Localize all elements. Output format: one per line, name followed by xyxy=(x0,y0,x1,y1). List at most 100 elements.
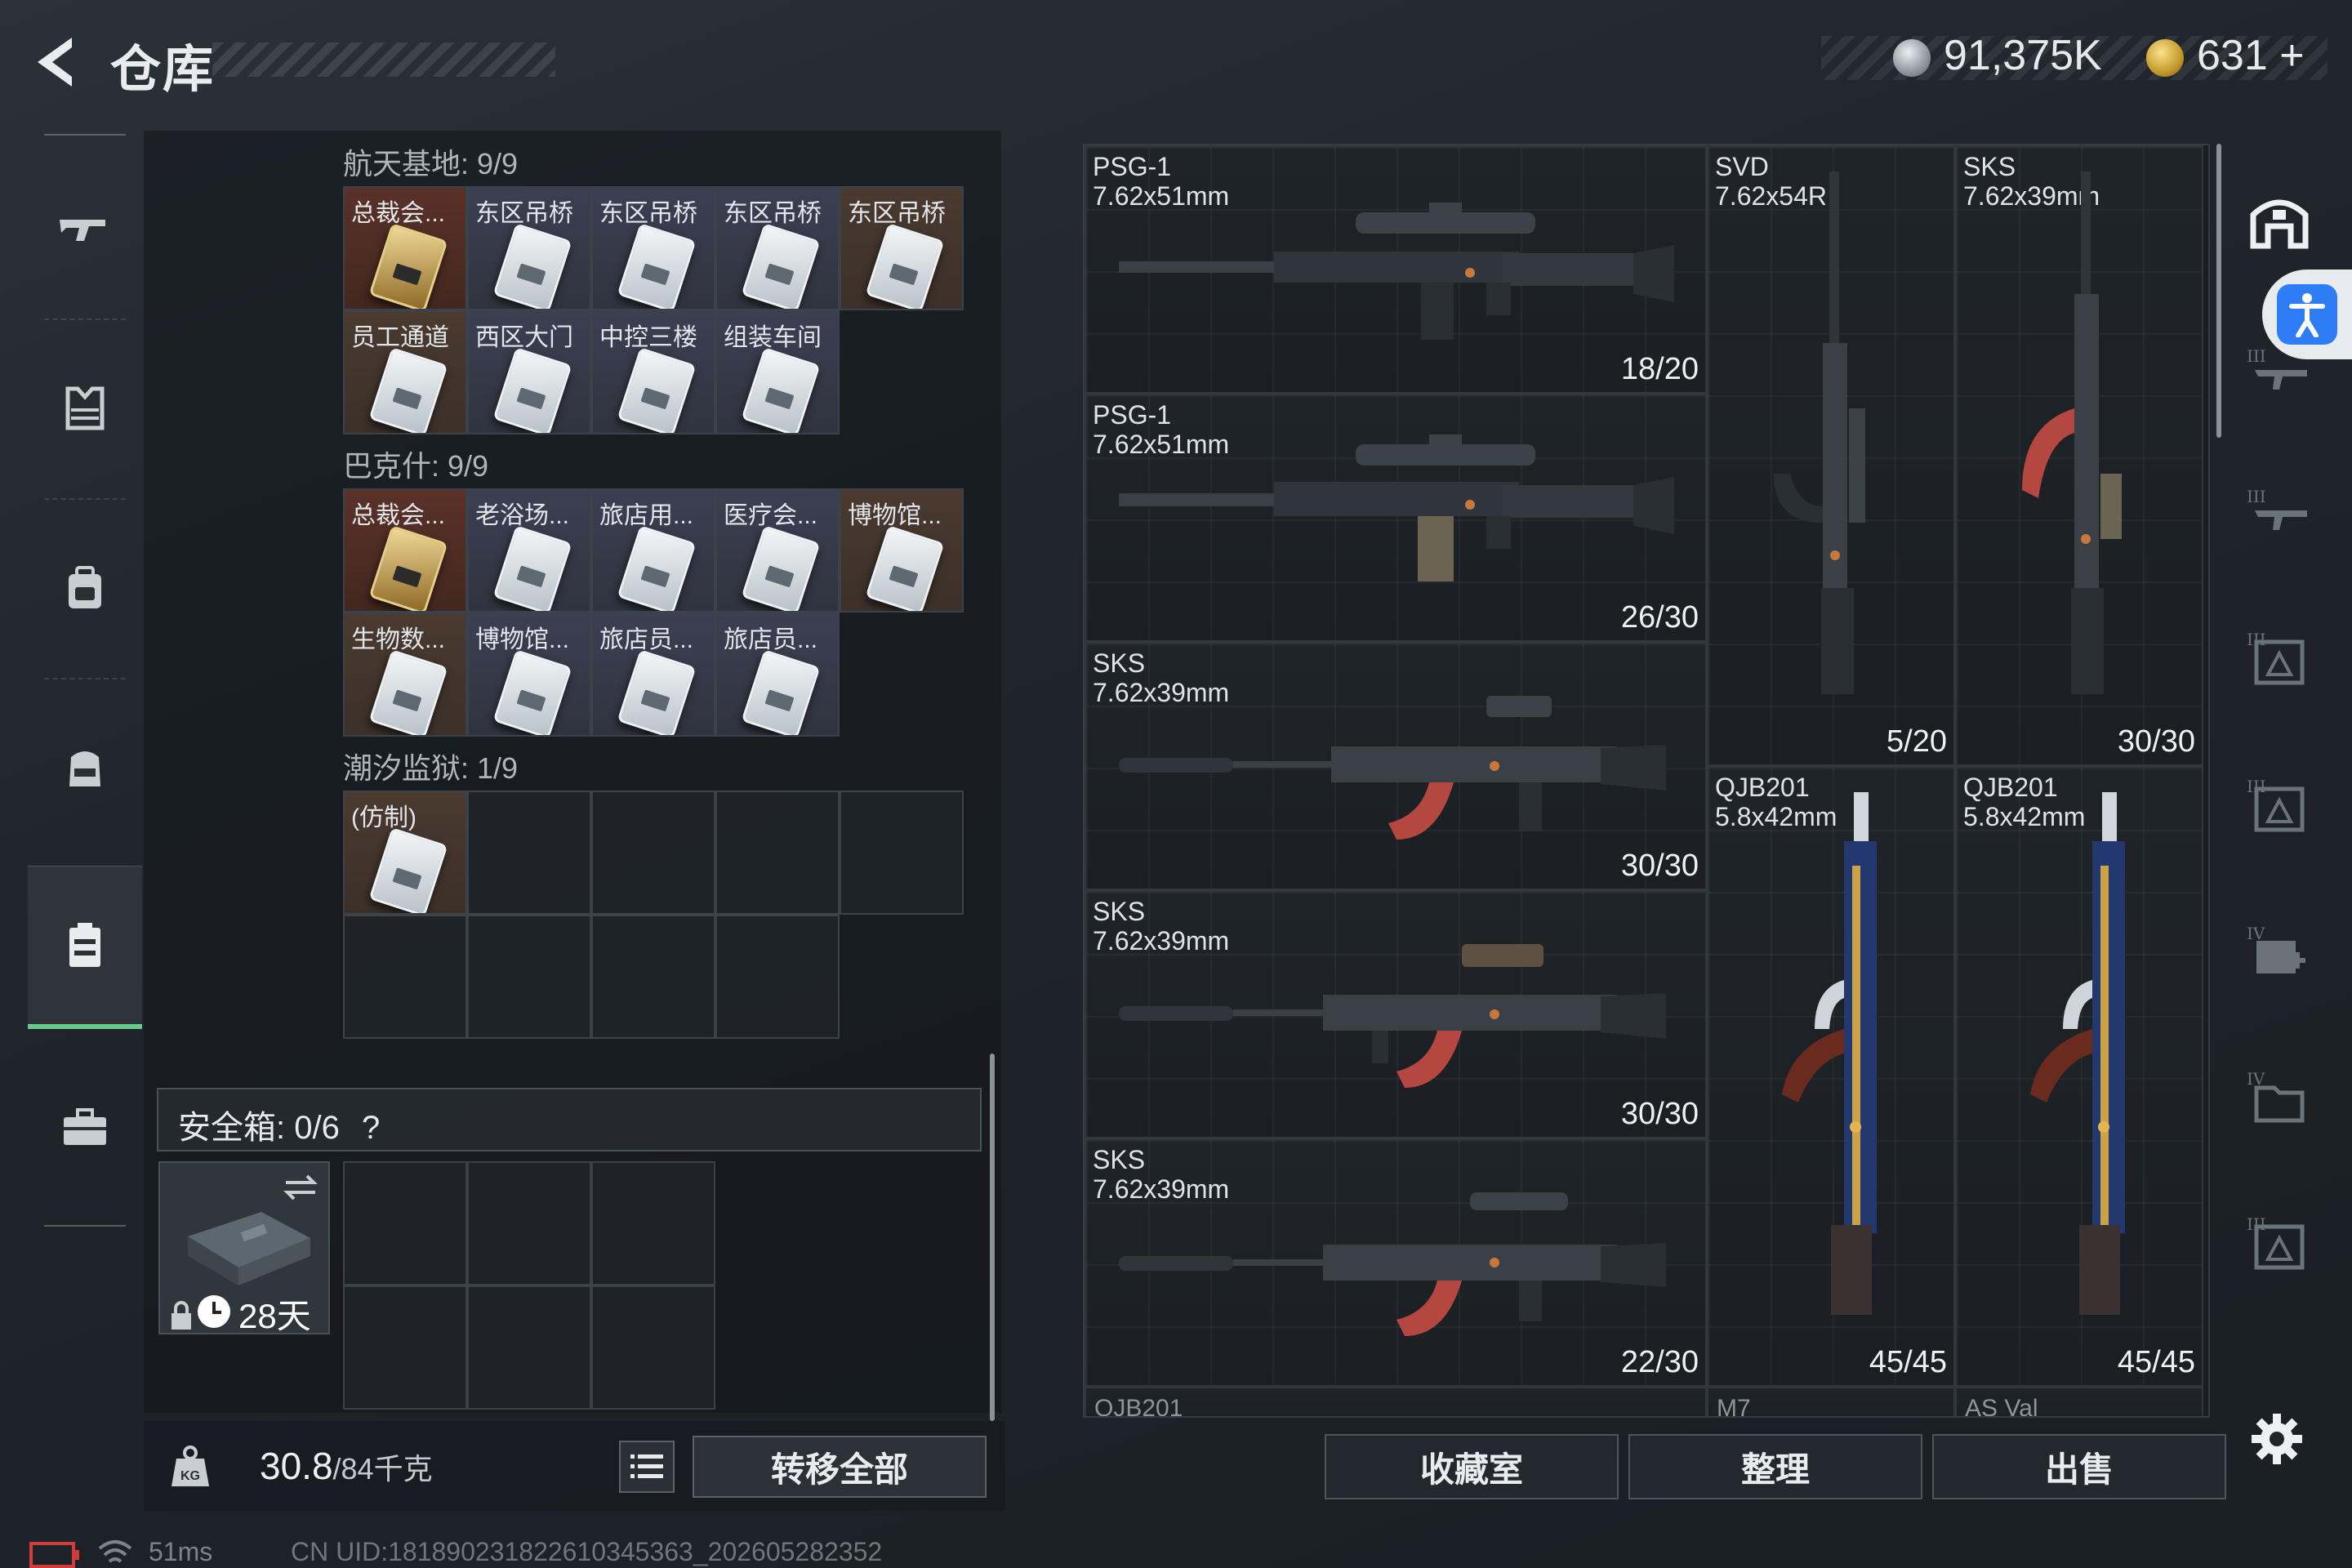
keycard-slot[interactable]: 老浴场... xyxy=(467,488,591,612)
filter-tier-iii-armor[interactable]: III xyxy=(2244,1207,2314,1277)
sell-button[interactable]: 出售 xyxy=(1932,1434,2226,1499)
keycard-slot[interactable]: 东区吊桥 xyxy=(840,186,964,310)
empty-slot[interactable] xyxy=(591,791,715,915)
weapon-slot[interactable]: SKS 7.62x39mm 30/30 xyxy=(1085,642,1707,890)
keycard-slot[interactable]: 东区吊桥 xyxy=(467,186,591,310)
weight-icon: KG xyxy=(172,1446,209,1486)
safebox-label: 安全箱: 0/6 ? xyxy=(178,1101,380,1148)
filter-tier-iii-rifle[interactable]: III xyxy=(2244,335,2314,405)
add-gold-button[interactable]: + xyxy=(2279,32,2304,79)
svg-text:III: III xyxy=(2247,487,2266,506)
collection-room-button[interactable]: 收藏室 xyxy=(1325,1434,1619,1499)
keycard-slot[interactable]: 中控三楼 xyxy=(591,310,715,434)
keycard-label: 总裁会... xyxy=(351,200,446,227)
keycard-label: 总裁会... xyxy=(351,502,446,529)
empty-slot[interactable] xyxy=(840,791,964,915)
safebox-slot[interactable] xyxy=(467,1285,591,1410)
weapon-slot[interactable]: M7 xyxy=(1707,1387,1955,1418)
weapon-slot[interactable]: AS Val xyxy=(1955,1387,2203,1416)
page-title: 仓库 xyxy=(110,42,216,98)
weapon-slot[interactable]: PSG-1 7.62x51mm 26/30 xyxy=(1085,394,1707,642)
empty-slot[interactable] xyxy=(715,791,840,915)
empty-slot[interactable] xyxy=(343,915,467,1039)
empty-slot[interactable] xyxy=(715,915,840,1039)
keycard-slot[interactable]: 总裁会... xyxy=(343,488,467,612)
safebox-grid xyxy=(343,1161,715,1410)
gold-balance[interactable]: 631 + xyxy=(2197,31,2305,80)
keycard-slot[interactable]: (仿制) xyxy=(343,791,467,915)
nav-briefcase[interactable] xyxy=(28,1045,142,1209)
gear-icon xyxy=(2252,1414,2302,1464)
empty-slot[interactable] xyxy=(467,791,591,915)
keycard-slot[interactable]: 博物馆... xyxy=(840,488,964,612)
keycard-icon xyxy=(492,223,572,309)
filter-tier-iv-folder[interactable]: IV xyxy=(2244,1062,2314,1132)
settings-button[interactable] xyxy=(2244,1406,2310,1472)
filter-tier-iii-armor[interactable]: III xyxy=(2244,622,2314,693)
keycard-slot[interactable]: 旅店用... xyxy=(591,488,715,612)
weapon-slot[interactable]: PSG-1 7.62x51mm 18/20 xyxy=(1085,145,1707,394)
filter-tier-iv-medkit[interactable]: IV xyxy=(2244,916,2314,987)
ammo-count: 18/20 xyxy=(1620,352,1699,386)
empty-slot[interactable] xyxy=(467,915,591,1039)
keycard-slot[interactable]: 西区大门 xyxy=(467,310,591,434)
tier-iii-rifle-icon: III xyxy=(2247,487,2307,530)
keycard-icon xyxy=(865,525,945,611)
keycard-icon xyxy=(617,649,697,735)
keycard-slot[interactable]: 组装车间 xyxy=(715,310,840,434)
keycard-slot[interactable]: 总裁会... xyxy=(343,186,467,310)
nav-chest-rig[interactable] xyxy=(28,686,142,849)
nav-weapons[interactable] xyxy=(28,147,142,310)
weapon-slot[interactable]: SKS 7.62x39mm 30/30 xyxy=(1955,145,2203,766)
keycard-label: 博物馆... xyxy=(848,502,942,529)
organize-button[interactable]: 整理 xyxy=(1628,1434,1922,1499)
help-icon[interactable]: ? xyxy=(362,1110,380,1147)
rifle-icon xyxy=(1782,792,1877,1315)
nav-backpack[interactable] xyxy=(28,506,142,670)
tier-iv-medkit-icon: IV xyxy=(2247,924,2305,973)
section-title: 巴克什: 9/9 xyxy=(343,449,489,483)
stash-scrollbar[interactable] xyxy=(990,1054,995,1421)
weapon-slot[interactable]: SKS 7.62x39mm 22/30 xyxy=(1085,1138,1707,1387)
keycard-slot[interactable]: 东区吊桥 xyxy=(591,186,715,310)
weapon-slot[interactable]: QJB201 xyxy=(1085,1387,1707,1416)
transfer-all-button[interactable]: 转移全部 xyxy=(693,1436,987,1498)
back-arrow-icon[interactable] xyxy=(24,29,90,95)
keycard-icon xyxy=(492,347,572,433)
safebox-count: 安全箱: 0/6 xyxy=(178,1110,340,1146)
list-view-button[interactable] xyxy=(619,1441,675,1493)
filter-tier-iii-armor[interactable]: III xyxy=(2244,769,2314,840)
safebox-slot[interactable] xyxy=(343,1285,467,1410)
empty-slot[interactable] xyxy=(591,915,715,1039)
gold-keycard-icon xyxy=(368,223,448,309)
tier-iii-armor-icon: III xyxy=(2247,630,2305,685)
weapons-scrollbar[interactable] xyxy=(2216,144,2221,438)
weapon-slot[interactable]: QJB201 5.8x42mm 45/45 xyxy=(1707,766,1955,1387)
silver-balance: 91,375K xyxy=(1944,32,2102,79)
keycard-slot[interactable]: 旅店员... xyxy=(591,612,715,737)
keycard-slot[interactable]: 员工通道 xyxy=(343,310,467,434)
keycard-slot[interactable]: 博物馆... xyxy=(467,612,591,737)
weapon-slot[interactable]: SVD 7.62x54R 5/20 xyxy=(1707,145,1955,766)
weapons-grid: PSG-1 7.62x51mm 18/20 PSG-1 7.62x51mm 26/3… xyxy=(1083,144,2210,1418)
safebox-slot[interactable] xyxy=(591,1285,715,1410)
rifle-icon xyxy=(1119,1192,1666,1336)
nav-storage[interactable] xyxy=(28,866,142,1029)
swap-icon[interactable] xyxy=(281,1171,320,1204)
keycard-slot[interactable]: 旅店员... xyxy=(715,612,840,737)
weapon-slot[interactable]: SKS 7.62x39mm 30/30 xyxy=(1085,890,1707,1138)
filter-tier-iii-rifle[interactable]: III xyxy=(2244,475,2314,546)
weapon-model: M7 xyxy=(1717,1395,1751,1418)
keycard-slot[interactable]: 生物数... xyxy=(343,612,467,737)
weapon-model: SKS xyxy=(1093,897,1146,926)
weapon-model: SKS xyxy=(1093,1145,1146,1174)
safebox-slot[interactable] xyxy=(467,1161,591,1285)
nav-armor[interactable] xyxy=(28,327,142,490)
shelter-button[interactable] xyxy=(2244,185,2314,255)
safebox-slot[interactable] xyxy=(591,1161,715,1285)
keycard-icon xyxy=(741,223,821,309)
weapon-slot[interactable]: QJB201 5.8x42mm 45/45 xyxy=(1955,766,2203,1387)
keycard-slot[interactable]: 东区吊桥 xyxy=(715,186,840,310)
keycard-slot[interactable]: 医疗会... xyxy=(715,488,840,612)
safebox-slot[interactable] xyxy=(343,1161,467,1285)
